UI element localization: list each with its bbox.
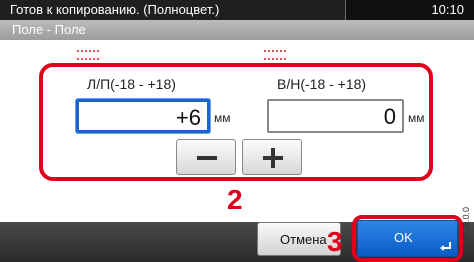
cancel-label: Отмена xyxy=(280,232,327,247)
lr-value-field[interactable]: +6 xyxy=(76,99,210,133)
lr-value: +6 xyxy=(175,105,201,130)
increment-button[interactable] xyxy=(242,139,302,175)
minus-icon xyxy=(197,156,217,160)
tb-label: В/Н(-18 - +18) xyxy=(277,76,367,92)
status-time: 10:10 xyxy=(431,2,464,17)
tb-value: 0 xyxy=(383,104,396,129)
ok-button[interactable]: OK xyxy=(357,220,458,257)
enter-icon xyxy=(440,242,451,251)
decrement-button[interactable] xyxy=(176,139,236,175)
tb-unit: мм xyxy=(408,111,425,125)
lr-unit: мм xyxy=(214,111,231,125)
status-bar: Готов к копированию. (Полноцвет.) 10:10 xyxy=(0,0,474,20)
callout-step-3: 3 xyxy=(327,226,343,257)
watermark: 2H9U6.0.0 xyxy=(461,206,471,250)
callout-step-2: 2 xyxy=(227,184,243,215)
tb-value-field[interactable]: 0 xyxy=(267,99,404,133)
subtitle-bar: Поле - Поле xyxy=(0,20,474,40)
status-title: Готов к копированию. (Полноцвет.) xyxy=(10,2,220,17)
lr-label: Л/П(-18 - +18) xyxy=(87,76,176,92)
page-subtitle: Поле - Поле xyxy=(12,22,86,37)
ok-label: OK xyxy=(394,230,413,245)
